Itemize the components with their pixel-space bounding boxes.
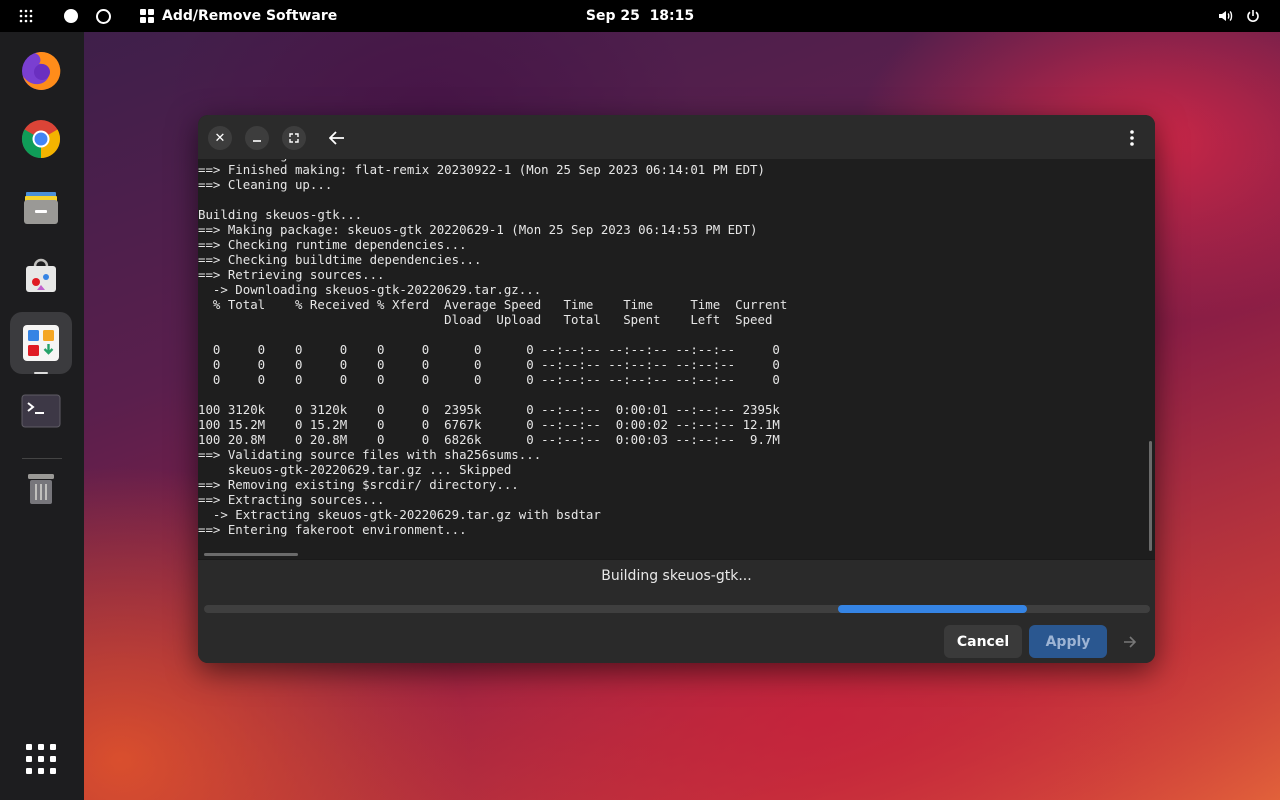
close-icon: ✕ [214, 130, 226, 146]
forward-arrow-icon[interactable] [1120, 625, 1140, 658]
dock-item-terminal[interactable] [10, 380, 72, 442]
terminal-text: -> Leaving fakeroot environment. ==> Fin… [198, 159, 788, 537]
maximize-icon [289, 133, 299, 143]
workspace-dot-active-icon[interactable] [64, 0, 78, 32]
build-status-text: Building skeuos-gtk... [601, 568, 752, 584]
terminal-icon [21, 394, 61, 428]
show-apps-grid-icon [26, 744, 56, 774]
app-menu-label: Add/Remove Software [162, 8, 338, 24]
show-apps-button[interactable] [10, 728, 72, 790]
files-icon [24, 192, 58, 224]
power-icon[interactable] [1246, 0, 1260, 32]
dock-item-chrome[interactable] [10, 108, 72, 170]
dock-item-firefox[interactable] [10, 40, 72, 102]
dock-item-files[interactable] [10, 176, 72, 238]
minimize-icon [253, 140, 261, 142]
apply-button[interactable]: Apply [1029, 625, 1107, 658]
software-store-icon [26, 258, 56, 292]
back-button[interactable] [324, 125, 350, 151]
cancel-button[interactable]: Cancel [944, 625, 1022, 658]
dock-item-trash[interactable] [10, 456, 72, 518]
kebab-menu-icon [1130, 130, 1134, 146]
build-progress-bar [204, 605, 1150, 613]
dock-item-add-remove-software[interactable] [10, 312, 72, 374]
dock [0, 32, 84, 800]
firefox-icon [22, 51, 61, 90]
vertical-scrollbar[interactable] [1149, 441, 1152, 551]
clock[interactable]: Sep 25 18:15 [586, 8, 694, 24]
header-bar: ✕ [198, 115, 1155, 159]
activities-grid-icon[interactable] [19, 0, 33, 32]
horizontal-scrollbar[interactable] [204, 553, 298, 556]
close-window-button[interactable]: ✕ [208, 126, 232, 150]
app-grid-icon [140, 9, 154, 23]
running-indicator [34, 372, 48, 374]
terminal-output[interactable]: -> Leaving fakeroot environment. ==> Fin… [198, 159, 1155, 559]
app-menu[interactable]: Add/Remove Software [140, 0, 337, 32]
build-progress-fill [837, 605, 1027, 613]
top-bar: Add/Remove Software Sep 25 18:15 [0, 0, 1280, 32]
minimize-window-button[interactable] [245, 126, 269, 150]
back-arrow-icon [329, 131, 344, 145]
add-remove-software-icon [23, 325, 59, 361]
dock-item-software[interactable] [10, 244, 72, 306]
workspace-dot-icon[interactable] [96, 0, 111, 32]
trash-icon [28, 474, 54, 504]
add-remove-software-window: ✕ -> Leaving fakeroot environment. ==> F… [198, 115, 1155, 663]
menu-button[interactable] [1122, 125, 1142, 151]
chrome-icon [21, 120, 61, 159]
maximize-window-button[interactable] [282, 126, 306, 150]
volume-icon[interactable] [1218, 0, 1234, 32]
footer-panel: Building skeuos-gtk... Cancel Apply [198, 559, 1155, 663]
